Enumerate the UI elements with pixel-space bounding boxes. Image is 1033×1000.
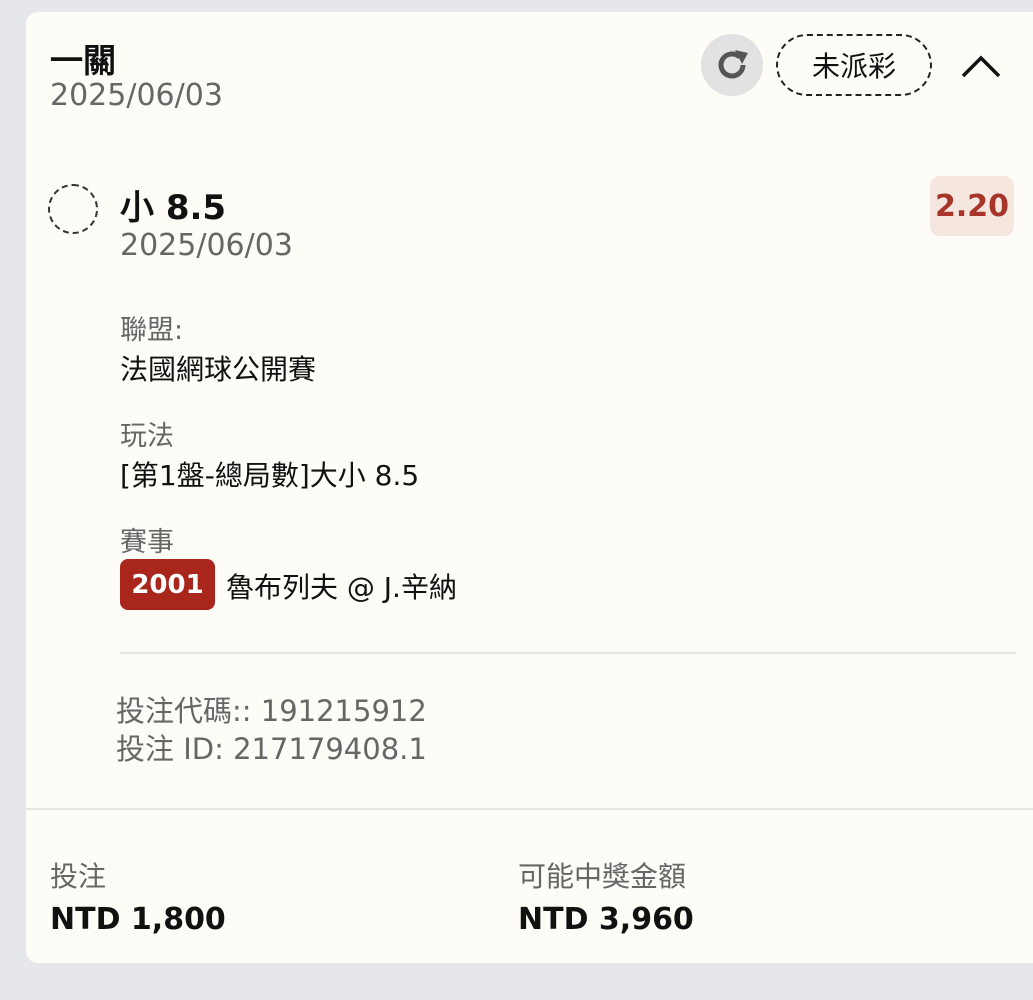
bet-date: 2025/06/03 (50, 78, 223, 113)
event-label: 賽事 (120, 527, 174, 558)
selection-name: 小 8.5 (120, 188, 227, 228)
refresh-icon (718, 50, 748, 79)
bet-id: 投注 ID: 217179408.1 (116, 732, 427, 766)
league-value: 法國網球公開賽 (120, 353, 317, 386)
bet-type-title: 一關 (50, 41, 116, 80)
league-label: 聯盟: (120, 315, 184, 346)
potential-payout-label: 可能中獎金額 (518, 860, 687, 893)
chevron-up-icon (961, 55, 1001, 78)
divider (120, 652, 1016, 654)
bet-slip-card: 一關 2025/06/03 未派彩 小 8.5 2025/06/03 2.20 … (26, 12, 1033, 963)
potential-payout-value: NTD 3,960 (518, 902, 694, 937)
status-label: 未派彩 (811, 50, 896, 83)
odds-badge: 2.20 (930, 176, 1014, 236)
stake-label: 投注 (50, 860, 107, 893)
event-name: 魯布列夫 @ J.辛納 (226, 571, 457, 604)
stake-value: NTD 1,800 (50, 902, 226, 937)
settlement-status-badge: 未派彩 (776, 34, 932, 96)
divider (26, 808, 1033, 810)
bet-code: 投注代碼:: 191215912 (116, 694, 427, 728)
radio-unselected-icon[interactable] (48, 184, 98, 234)
market-value: [第1盤-總局數]大小 8.5 (120, 459, 420, 492)
odds-value: 2.20 (934, 188, 1010, 224)
collapse-button[interactable] (956, 44, 1006, 88)
refresh-button[interactable] (701, 34, 763, 96)
selection-date: 2025/06/03 (120, 228, 293, 263)
market-label: 玩法 (120, 421, 174, 452)
event-code-badge: 2001 (120, 559, 215, 610)
event-code: 2001 (131, 569, 204, 600)
